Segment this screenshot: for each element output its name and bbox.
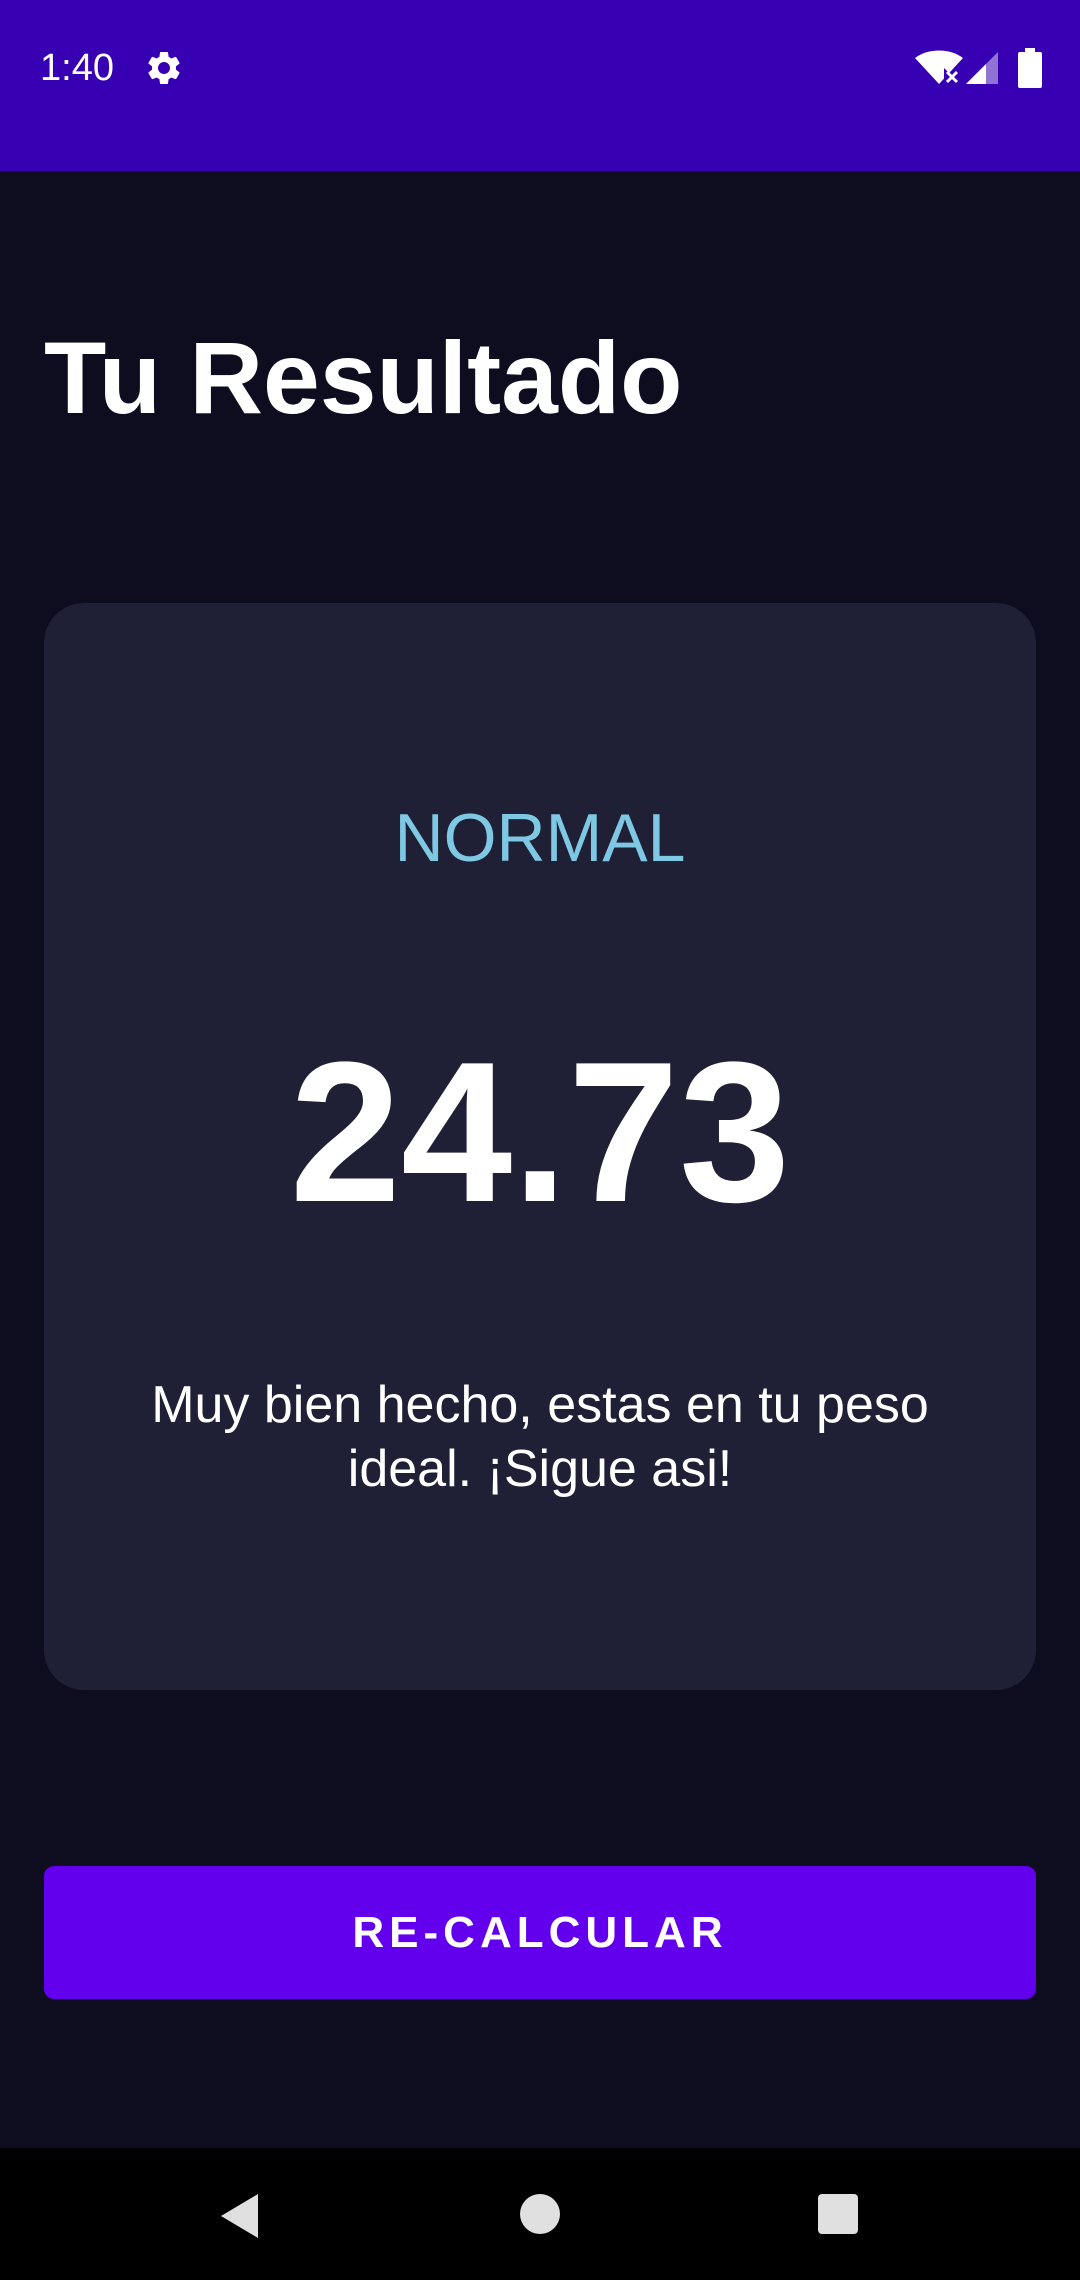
page-title: Tu Resultado bbox=[44, 321, 683, 435]
recalculate-button[interactable]: RE-CALCULAR bbox=[44, 1866, 1036, 1999]
result-card: NORMAL 24.73 Muy bien hecho, estas en tu… bbox=[44, 603, 1036, 1690]
bmi-value: 24.73 bbox=[289, 1021, 791, 1244]
result-message: Muy bien hecho, estas en tu peso ideal. … bbox=[151, 1376, 929, 1498]
signal-icon bbox=[966, 52, 998, 84]
status-time: 1:40 bbox=[40, 47, 114, 89]
result-category: NORMAL bbox=[394, 800, 686, 876]
gear-icon bbox=[148, 51, 180, 84]
recents-icon[interactable] bbox=[818, 2194, 858, 2234]
battery-icon bbox=[1018, 48, 1042, 88]
status-bar: 1:40 bbox=[0, 0, 1080, 171]
back-icon[interactable] bbox=[218, 2192, 262, 2240]
wifi-icon bbox=[915, 50, 963, 84]
navigation-bar bbox=[0, 2148, 1080, 2280]
result-screen: 1:40 Tu Resultado NORMAL 24.73 Muy bien … bbox=[0, 0, 1080, 2280]
home-icon[interactable] bbox=[520, 2194, 560, 2234]
